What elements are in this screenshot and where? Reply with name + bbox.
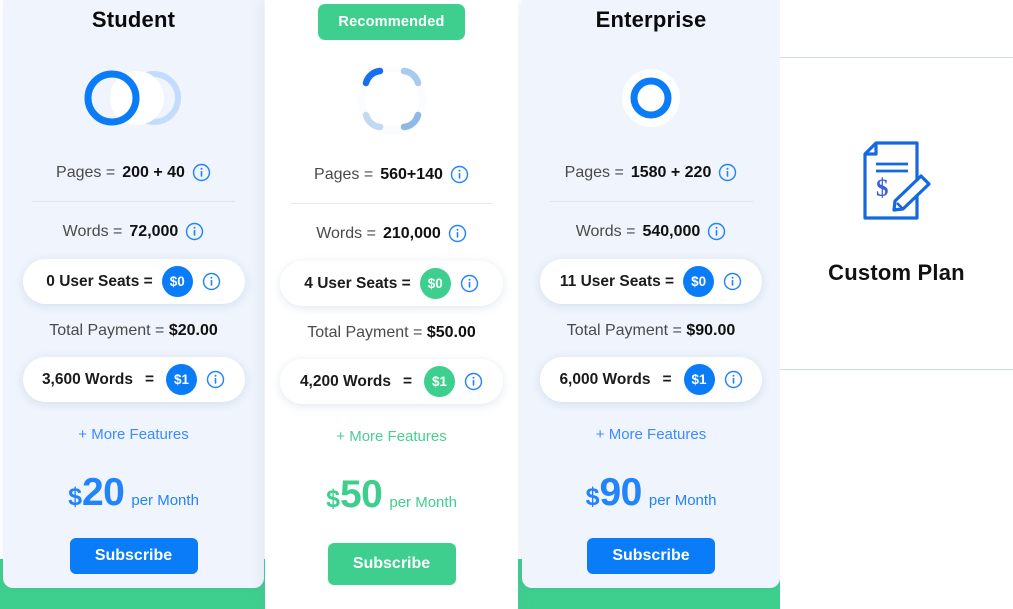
divider [291,203,492,204]
price-period: per Month [389,494,457,511]
total-value: $20.00 [168,322,218,339]
plan-card-enterprise[interactable]: Enterprise Pages = 1580 + 220 Words = 54… [522,0,780,588]
plan-card-recommended[interactable]: Recommended Pages = 560+140 Words = 210,… [265,0,518,609]
extra-words-label: 6,000 Words [559,370,651,388]
subscribe-button-student[interactable]: Subscribe [69,538,198,574]
pages-value: 560+140 [380,165,443,183]
words-label: Words = [575,222,636,240]
equals-sign: = [144,370,155,388]
info-icon[interactable] [464,372,483,391]
extra-words-price-chip: $1 [166,364,198,395]
info-icon[interactable] [460,274,479,293]
plan-card-student[interactable]: Student Pages = 200 + 40 Words = 72,000 [3,0,264,588]
info-icon[interactable] [448,224,467,243]
total-payment-student: Total Payment = $20.00 [49,322,218,340]
custom-plan-title: Custom Plan [828,260,965,285]
seats-label: 4 User Seats = [304,274,411,292]
user-seats-pill-recommended[interactable]: 4 User Seats = $0 [280,261,503,306]
metric-pages-recommended: Pages = 560+140 [314,165,469,184]
metric-pages-enterprise: Pages = 1580 + 220 [565,163,738,182]
single-ring-icon [620,59,682,137]
info-icon[interactable] [723,272,742,291]
pages-label: Pages = [56,163,116,181]
info-icon[interactable] [192,163,211,182]
info-icon[interactable] [450,165,469,184]
price-currency: $ [68,483,82,511]
equals-sign: = [402,372,413,390]
words-label: Words = [316,224,376,242]
svg-text:$: $ [876,175,889,202]
total-label: Total Payment = [566,322,682,339]
price-period: per Month [131,492,199,509]
extra-words-pill-student[interactable]: 3,600 Words = $1 [22,357,245,402]
plan-title-enterprise: Enterprise [595,7,707,32]
loading-spinner-square-icon [346,60,438,138]
extra-words-pill-enterprise[interactable]: 6,000 Words = $1 [540,357,762,402]
user-seats-pill-student[interactable]: 0 User Seats = $0 [22,259,245,304]
divider [549,201,753,202]
metric-words-recommended: Words = 210,000 [316,224,467,243]
seats-price-chip: $0 [419,268,451,299]
price-enterprise: $ 90 per Month [586,471,717,515]
extra-words-label: 4,200 Words [299,372,391,390]
info-icon[interactable] [202,272,221,291]
subscribe-button-recommended[interactable]: Subscribe [327,543,456,585]
price-currency: $ [585,483,600,511]
subscribe-button-enterprise[interactable]: Subscribe [587,538,715,574]
metric-words-student: Words = 72,000 [63,222,205,241]
extra-words-label: 3,600 Words [41,370,133,388]
more-features-link-student[interactable]: + More Features [78,426,188,443]
price-amount: 90 [599,471,642,514]
plan-title-student: Student [91,7,176,32]
words-value: 72,000 [129,222,179,240]
two-overlapping-rings-icon [79,59,189,137]
custom-plan-content[interactable]: $ Custom Plan [780,57,1013,369]
extra-words-pill-recommended[interactable]: 4,200 Words = $1 [280,359,503,404]
price-currency: $ [326,485,340,513]
total-label: Total Payment = [307,324,423,341]
total-payment-recommended: Total Payment = $50.00 [307,324,476,342]
metric-words-enterprise: Words = 540,000 [576,222,727,241]
price-recommended: $ 50 per Month [326,473,457,517]
price-amount: 50 [339,473,383,516]
divider [32,201,235,202]
user-seats-pill-enterprise[interactable]: 11 User Seats = $0 [540,259,762,304]
seats-label: 11 User Seats = [559,272,675,290]
seats-price-chip: $0 [683,266,715,297]
seats-label: 0 User Seats = [46,272,153,290]
extra-words-price-chip: $1 [424,366,456,397]
more-features-link-enterprise[interactable]: + More Features [596,426,706,443]
metric-pages-student: Pages = 200 + 40 [56,163,211,182]
custom-plan-divider-bottom [780,369,1013,370]
total-payment-enterprise: Total Payment = $90.00 [567,322,736,340]
document-dollar-pencil-icon: $ [862,141,931,220]
total-value: $50.00 [426,324,476,341]
info-icon[interactable] [707,222,726,241]
price-amount: 20 [81,471,125,514]
pricing-page: Student Pages = 200 + 40 Words = 72,000 [0,0,1013,609]
recommended-badge[interactable]: Recommended [318,4,465,40]
words-label: Words = [62,222,123,240]
equals-sign: = [662,370,672,388]
total-value: $90.00 [686,322,736,339]
pages-value: 1580 + 220 [630,163,712,181]
total-label: Total Payment = [49,322,165,339]
pages-label: Pages = [314,165,374,183]
info-icon[interactable] [185,222,204,241]
info-icon[interactable] [718,163,737,182]
seats-price-chip: $0 [161,266,193,297]
info-icon[interactable] [206,370,225,389]
price-student: $ 20 per Month [68,471,199,515]
info-icon[interactable] [724,370,743,389]
price-period: per Month [648,492,717,509]
pages-value: 200 + 40 [122,163,185,181]
pages-label: Pages = [564,163,624,181]
words-value: 540,000 [642,222,701,240]
extra-words-price-chip: $1 [683,364,715,395]
words-value: 210,000 [382,224,441,242]
more-features-link-recommended[interactable]: + More Features [336,428,446,445]
